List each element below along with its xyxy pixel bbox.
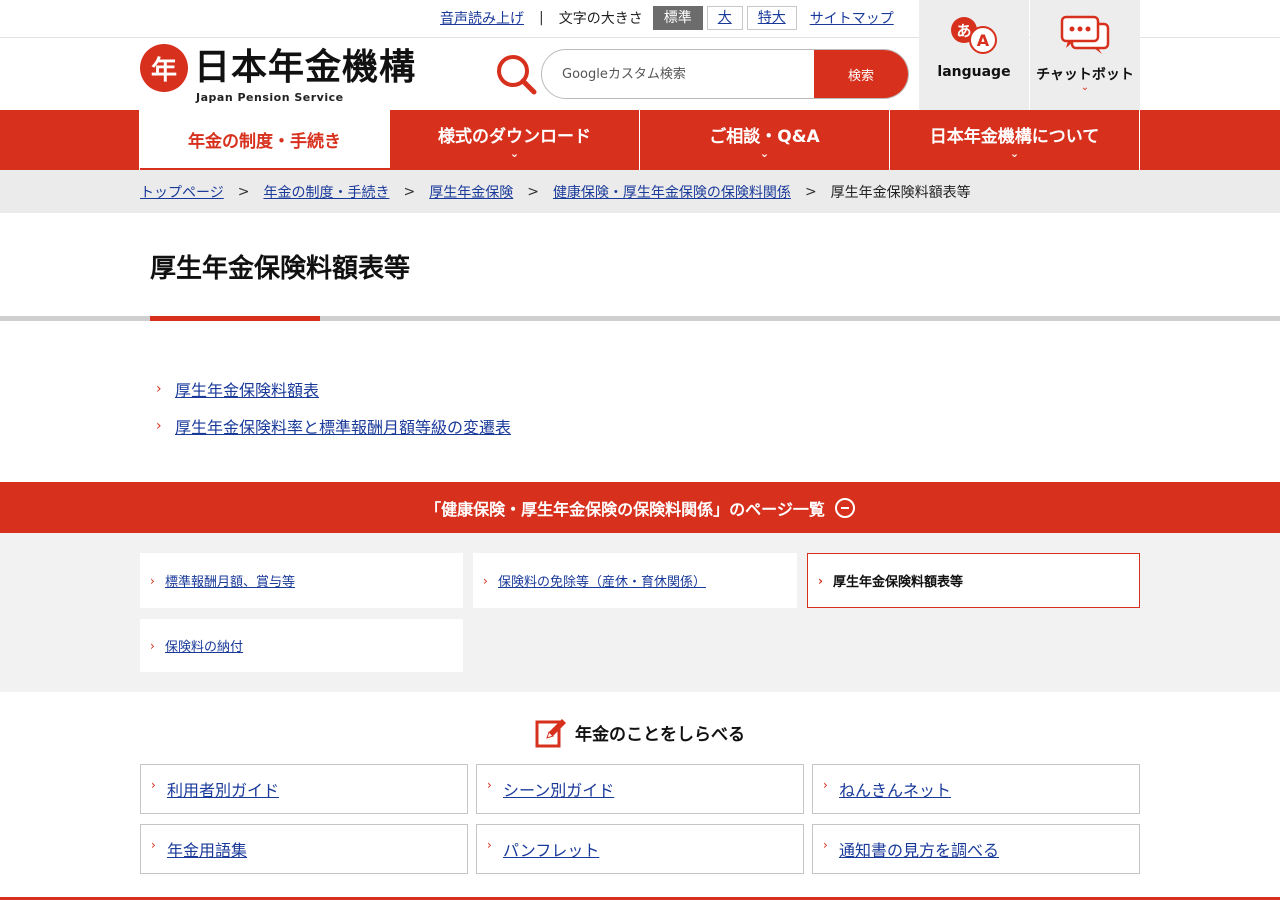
guide-link[interactable]: 利用者別ガイド: [167, 777, 279, 801]
chevron-down-icon: ⌄: [509, 146, 520, 160]
chevron-right-icon: ›: [150, 573, 155, 588]
font-size-standard-button[interactable]: 標準: [652, 6, 703, 30]
logo-english-name: Japan Pension Service: [196, 91, 344, 104]
chevron-right-icon: ›: [156, 380, 162, 397]
chevron-right-icon: ›: [823, 838, 828, 852]
nav-item-label: 様式のダウンロード: [438, 126, 591, 147]
chatbot-button[interactable]: チャットボット ⌄: [1030, 0, 1140, 110]
nav-item-form-download[interactable]: 様式のダウンロード ⌄: [390, 110, 640, 170]
research-section-title: 年金のことをしらべる: [0, 716, 1280, 748]
nav-item-label: 日本年金機構について: [929, 126, 1100, 147]
breadcrumb-link[interactable]: 健康保険・厚生年金保険の保険料関係: [553, 182, 791, 202]
logo-mark-icon: 年: [140, 44, 188, 92]
chevron-right-icon: ›: [818, 573, 823, 588]
breadcrumb-bar: トップページ > 年金の制度・手続き > 厚生年金保険 > 健康保険・厚生年金保…: [0, 170, 1280, 213]
read-aloud-link[interactable]: 音声読み上げ: [440, 8, 524, 28]
content-link[interactable]: 厚生年金保険料額表: [175, 377, 319, 401]
guide-link-card[interactable]: › ねんきんネット: [812, 764, 1140, 814]
chevron-right-icon: ›: [151, 838, 156, 852]
nav-item-pension-system[interactable]: 年金の制度・手続き: [140, 110, 390, 168]
chevron-right-icon: ›: [823, 778, 828, 792]
minus-circle-icon: [834, 497, 855, 518]
related-page-link[interactable]: 標準報酬月額、賞与等: [165, 571, 295, 590]
search-form: 検索: [541, 49, 909, 99]
chevron-right-icon: ›: [487, 838, 492, 852]
guide-link[interactable]: ねんきんネット: [839, 777, 951, 801]
related-pages-panel: › 標準報酬月額、賞与等 › 保険料の免除等（産休・育休関係） › 厚生年金保険…: [0, 533, 1280, 692]
nav-item-label: ご相談・Q&A: [709, 126, 820, 147]
nav-item-about[interactable]: 日本年金機構について ⌄: [890, 110, 1140, 170]
font-size-label: 文字の大きさ: [558, 11, 643, 27]
content-link[interactable]: 厚生年金保険料率と標準報酬月額等級の変遷表: [175, 414, 511, 438]
breadcrumb-separator: >: [527, 184, 539, 200]
breadcrumb-link[interactable]: トップページ: [140, 182, 224, 202]
breadcrumb-link[interactable]: 年金の制度・手続き: [263, 182, 389, 202]
nav-item-consultation-qa[interactable]: ご相談・Q&A ⌄: [640, 110, 890, 170]
guide-link[interactable]: 年金用語集: [167, 837, 247, 861]
related-page-link[interactable]: 保険料の納付: [165, 636, 243, 655]
site-logo[interactable]: 年 日本年金機構 Japan Pension Service: [140, 42, 420, 106]
chat-bubble-icon: [1060, 15, 1110, 54]
breadcrumb-separator: >: [237, 184, 250, 200]
nav-item-label: 年金の制度・手続き: [188, 131, 341, 152]
breadcrumb-separator: >: [804, 184, 817, 200]
guide-link-card[interactable]: › シーン別ガイド: [476, 764, 804, 814]
related-page-card[interactable]: › 保険料の納付: [140, 619, 463, 672]
guide-link[interactable]: シーン別ガイド: [503, 777, 614, 801]
related-page-current-label: 厚生年金保険料額表等: [833, 575, 964, 590]
list-item: › 厚生年金保険料額表: [156, 370, 511, 407]
chevron-right-icon: ›: [150, 638, 155, 653]
sitemap-link[interactable]: サイトマップ: [810, 8, 894, 28]
global-nav: 年金の制度・手続き 様式のダウンロード ⌄ ご相談・Q&A ⌄ 日本年金機構につ…: [0, 110, 1280, 170]
related-page-card[interactable]: › 標準報酬月額、賞与等: [140, 553, 463, 608]
logo-name: 日本年金機構: [194, 47, 417, 88]
language-button[interactable]: あ A language: [919, 0, 1029, 110]
list-item: › 厚生年金保険料率と標準報酬月額等級の変遷表: [156, 407, 511, 444]
title-underline: [0, 316, 1280, 321]
related-pages-heading: 「健康保険・厚生年金保険の保険料関係」のページ一覧: [425, 499, 825, 519]
guide-link-card[interactable]: › 通知書の見方を調べる: [812, 824, 1140, 874]
title-underline-accent: [150, 316, 320, 321]
search-input[interactable]: [542, 50, 814, 98]
related-pages-toggle[interactable]: 「健康保険・厚生年金保険の保険料関係」のページ一覧: [0, 482, 1280, 533]
language-label: language: [937, 64, 1011, 80]
chevron-down-icon: ⌄: [1080, 82, 1090, 93]
guide-link-card[interactable]: › パンフレット: [476, 824, 804, 874]
utility-links: 音声読み上げ | 文字の大きさ 標準 大 特大 サイトマップ: [440, 5, 894, 31]
related-page-card[interactable]: › 保険料の免除等（産休・育休関係）: [473, 553, 797, 608]
research-section-label: 年金のことをしらべる: [575, 724, 745, 745]
font-size-large-button[interactable]: 大: [706, 6, 743, 30]
content-link-list: › 厚生年金保険料額表 › 厚生年金保険料率と標準報酬月額等級の変遷表: [156, 370, 511, 444]
svg-text:あ: あ: [956, 22, 971, 40]
breadcrumb-separator: >: [403, 184, 416, 200]
chevron-right-icon: ›: [151, 778, 156, 792]
guide-link-card[interactable]: › 利用者別ガイド: [140, 764, 468, 814]
breadcrumb-current: 厚生年金保険料額表等: [830, 185, 971, 201]
breadcrumb: トップページ > 年金の制度・手続き > 厚生年金保険 > 健康保険・厚生年金保…: [140, 182, 971, 202]
chevron-down-icon: ⌄: [759, 146, 770, 160]
svg-text:A: A: [977, 31, 990, 50]
guide-link-card[interactable]: › 年金用語集: [140, 824, 468, 874]
chevron-right-icon: ›: [487, 778, 492, 792]
search-button[interactable]: 検索: [814, 50, 908, 98]
breadcrumb-link[interactable]: 厚生年金保険: [429, 182, 513, 202]
page-title: 厚生年金保険料額表等: [150, 254, 411, 284]
chevron-down-icon: ⌄: [1009, 146, 1020, 160]
related-page-card-current: › 厚生年金保険料額表等: [807, 553, 1140, 608]
chatbot-label: チャットボット: [1036, 67, 1134, 83]
guide-link[interactable]: 通知書の見方を調べる: [839, 837, 999, 861]
language-icon: あ A: [951, 17, 997, 54]
search-icon: [497, 55, 537, 95]
font-size-xlarge-button[interactable]: 特大: [746, 6, 797, 30]
utility-separator: |: [539, 10, 544, 26]
chevron-right-icon: ›: [156, 417, 162, 434]
pencil-note-icon: [535, 719, 566, 748]
related-page-link[interactable]: 保険料の免除等（産休・育休関係）: [498, 571, 706, 590]
chevron-right-icon: ›: [483, 573, 488, 588]
guide-link[interactable]: パンフレット: [503, 837, 599, 861]
